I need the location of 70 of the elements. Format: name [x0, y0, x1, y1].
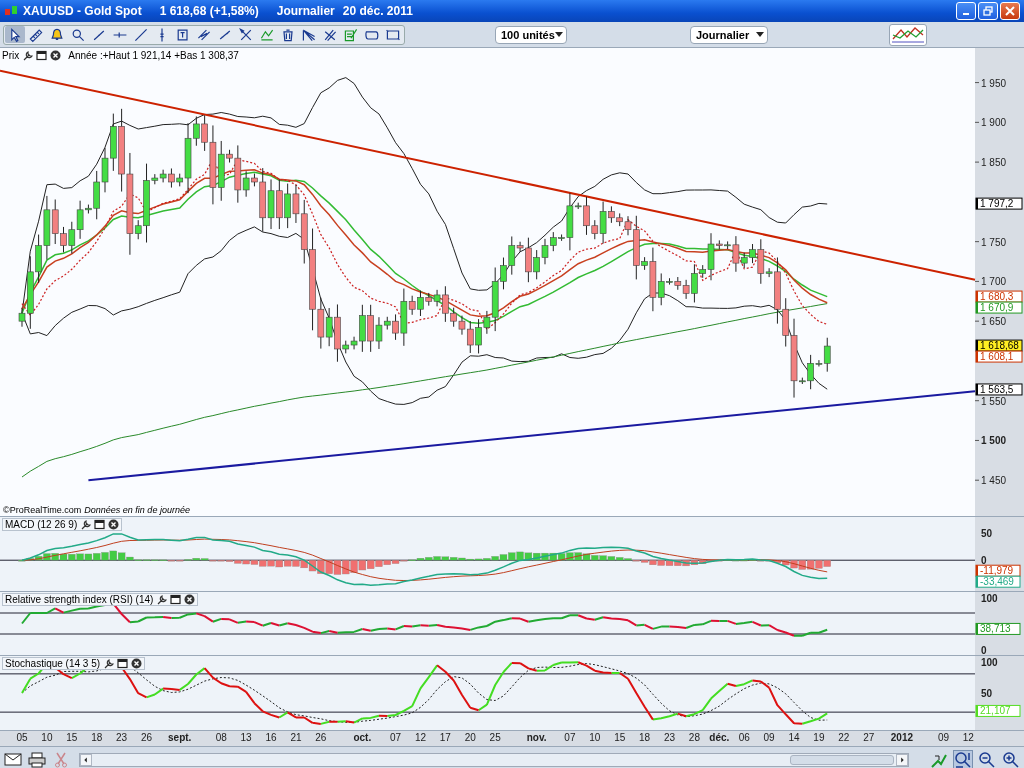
- x-axis-label: 20: [464, 732, 476, 743]
- x-axis-label: 05: [16, 732, 28, 743]
- x-axis-label: 23: [116, 732, 128, 743]
- x-axis-label: 27: [863, 732, 875, 743]
- x-axis-label: 26: [315, 732, 327, 743]
- x-axis-label: nov.: [526, 732, 547, 743]
- y-axis-label: 0: [981, 644, 987, 655]
- x-axis-label: 12: [414, 732, 426, 743]
- y-axis-label: 1 900: [981, 117, 1007, 129]
- value-tag: 38,713: [975, 622, 1021, 635]
- x-axis-label: 10: [589, 732, 601, 743]
- x-axis-label: 07: [564, 732, 576, 743]
- indicator-title: Relative strength index (RSI) (14): [5, 594, 154, 605]
- x-axis-label: 18: [639, 732, 651, 743]
- x-axis-label: 19: [813, 732, 825, 743]
- x-axis-label: 10: [41, 732, 53, 743]
- x-axis-label: 18: [91, 732, 103, 743]
- price-tag: 1 797,2: [975, 197, 1023, 210]
- x-axis-label: déc.: [709, 732, 730, 743]
- x-axis-label: 09: [937, 732, 949, 743]
- y-axis-label: 1 750: [981, 236, 1007, 248]
- y-axis-label: 1 650: [981, 316, 1007, 328]
- y-axis-label: 1 500: [981, 435, 1007, 447]
- price-tag: 1 608,1: [975, 350, 1023, 363]
- x-axis-label: 2012: [890, 732, 914, 743]
- indicator-title: MACD (12 26 9): [5, 519, 78, 530]
- value-tag: -33,469: [975, 575, 1021, 588]
- y-axis-label: 50: [981, 528, 993, 540]
- x-axis-label: 07: [390, 732, 402, 743]
- value-tag: 21,107: [975, 704, 1021, 717]
- x-axis-label: 15: [614, 732, 626, 743]
- price-change: 1 618,68 (+1,58%): [159, 4, 259, 18]
- x-axis-label: 22: [838, 732, 850, 743]
- x-axis-label: sept.: [168, 732, 192, 743]
- y-axis-label: 1 700: [981, 276, 1007, 288]
- units-dropdown[interactable]: 100 unités: [495, 25, 567, 44]
- y-axis-label: 1 550: [981, 395, 1007, 407]
- x-axis-label: 15: [66, 732, 78, 743]
- x-axis-label: 13: [240, 732, 252, 743]
- window-title: XAUUSD - Gold Spot: [23, 4, 142, 18]
- y-axis-label: 100: [981, 657, 998, 668]
- y-axis-label: 50: [981, 688, 993, 699]
- x-axis-label: 12: [962, 732, 974, 743]
- y-axis-label: 100: [981, 593, 998, 604]
- x-axis-label: 25: [489, 732, 501, 743]
- date-label: 20 déc. 2011: [342, 4, 413, 18]
- x-axis-label: 17: [439, 732, 451, 743]
- y-axis-label: 0: [981, 555, 987, 567]
- panel-title: Prix: [2, 50, 20, 61]
- y-axis-label: 1 450: [981, 475, 1007, 487]
- y-axis-label: 1 850: [981, 157, 1007, 169]
- price-tag: 1 563,5: [975, 383, 1023, 396]
- x-axis-label: 14: [788, 732, 800, 743]
- timeframe-dropdown[interactable]: Journalier: [690, 25, 768, 44]
- source-credit: ©ProRealTime.com: [3, 505, 82, 515]
- x-axis-label: 08: [215, 732, 227, 743]
- period-label: Journalier: [276, 4, 335, 18]
- x-axis-label: 26: [140, 732, 153, 743]
- year-range-info: Année :+Haut 1 921,14 +Bas 1 308,37: [68, 50, 239, 61]
- x-axis-label: 21: [290, 732, 302, 743]
- x-axis-label: 06: [738, 732, 750, 743]
- data-notice: Données en fin de journée: [84, 505, 190, 515]
- x-axis-label: 16: [265, 732, 277, 743]
- x-axis-label: 28: [688, 732, 700, 743]
- price-tag: 1 670,9: [975, 301, 1023, 314]
- y-axis-label: 1 950: [981, 77, 1007, 89]
- x-axis-label: 23: [663, 732, 676, 743]
- indicator-title: Stochastique (14 3 5): [5, 658, 101, 669]
- x-axis-label: oct.: [353, 732, 372, 743]
- x-axis-label: 09: [763, 732, 775, 743]
